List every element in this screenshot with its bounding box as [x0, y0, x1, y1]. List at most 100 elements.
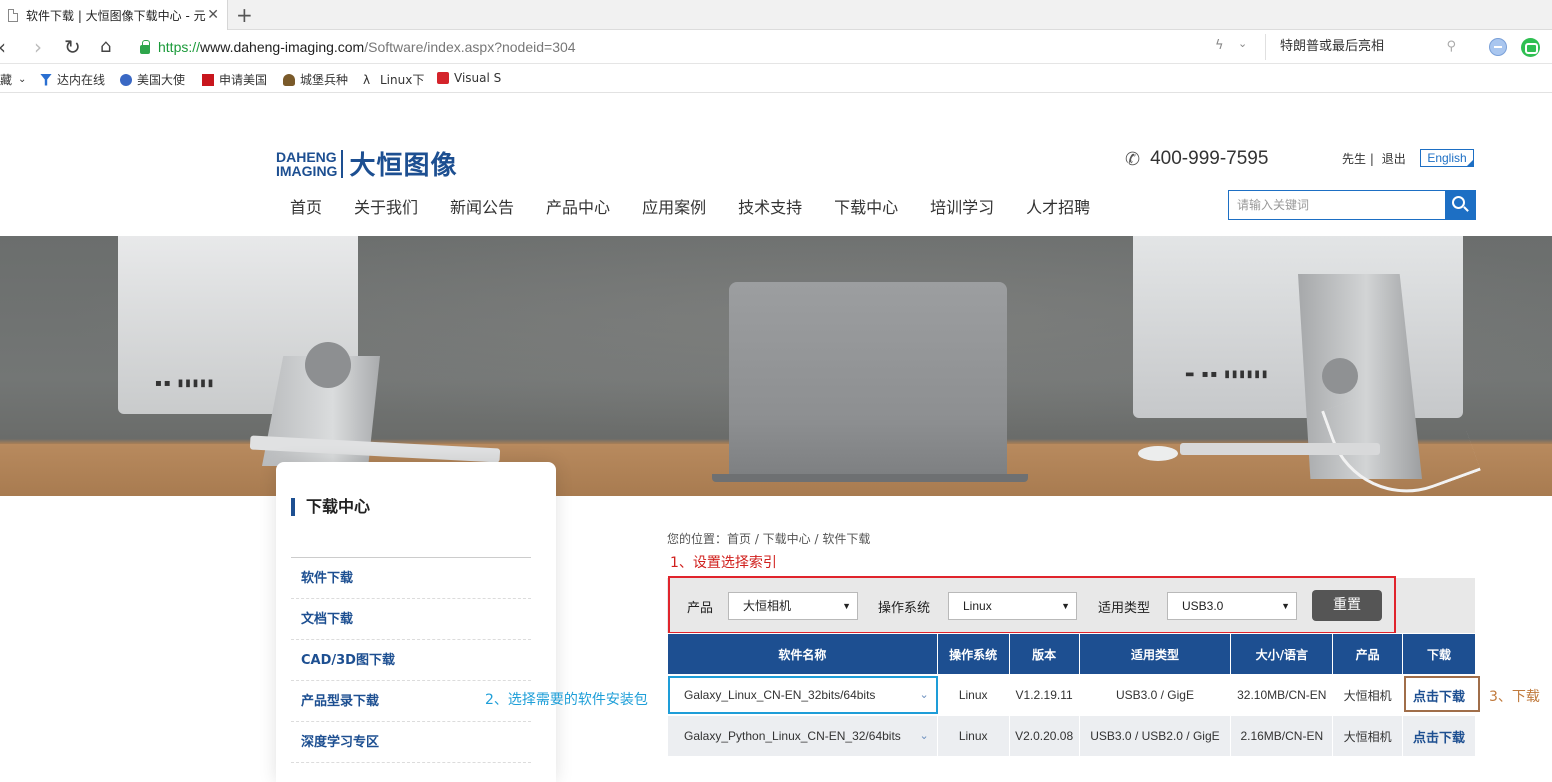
- cell-download: 点击下载: [1402, 674, 1476, 716]
- banner-laptop-base: [712, 474, 1028, 482]
- download-link[interactable]: 点击下载: [1413, 731, 1465, 746]
- nav-products[interactable]: 产品中心: [546, 194, 610, 218]
- nav-cases[interactable]: 应用案例: [642, 194, 706, 218]
- bookmark-item[interactable]: λ Linux下: [363, 71, 424, 88]
- bookmark-label: 申请美国: [219, 73, 268, 87]
- nav-home[interactable]: 首页: [290, 194, 322, 218]
- table-row: Galaxy_Python_Linux_CN-EN_32/64bits ⌄ Lin…: [667, 715, 1476, 757]
- cell-download: 点击下载: [1402, 715, 1476, 757]
- browser-search-box[interactable]: 特朗普或最后亮相 ⚲: [1265, 34, 1470, 60]
- annotation-step2: 2、选择需要的软件安装包: [485, 692, 648, 708]
- bookmark-item[interactable]: 藏 ⌄: [0, 71, 26, 88]
- chevron-down-icon: ⌄: [919, 730, 929, 742]
- new-tab-icon[interactable]: +: [236, 3, 253, 27]
- sidebar-item-software[interactable]: 软件下载: [291, 558, 531, 599]
- main-navigation: 首页 关于我们 新闻公告 产品中心 应用案例 技术支持 下载中心 培训学习 人才…: [290, 194, 1122, 218]
- table-row: Galaxy_Linux_CN-EN_32bits/64bits ⌄ Linux …: [667, 674, 1476, 716]
- search-icon[interactable]: ⚲: [1446, 34, 1456, 60]
- chevron-down-icon: ⌄: [919, 689, 929, 701]
- logo-line1: DAHENG: [276, 148, 337, 165]
- phone-icon: ✆: [1125, 148, 1141, 169]
- breadcrumb: 您的位置：首页 / 下载中心 / 软件下载: [667, 532, 871, 546]
- col-header-version: 版本: [1008, 633, 1080, 675]
- address-bar[interactable]: https://www.daheng-imaging.com/Software/…: [140, 35, 1260, 59]
- bookmark-label: Visual S: [454, 71, 502, 85]
- cell-version: V1.2.19.11: [1008, 674, 1080, 716]
- reload-icon[interactable]: ↻: [64, 36, 81, 58]
- search-input[interactable]: [1229, 191, 1445, 219]
- bookmarks-bar: 藏 ⌄ 达内在线 美国大使 申请美国 城堡兵种 λ Linux下 Visual S: [0, 64, 1552, 93]
- banner-imac-left-hole: [305, 342, 351, 388]
- nav-news[interactable]: 新闻公告: [450, 194, 514, 218]
- col-header-type: 适用类型: [1078, 633, 1232, 675]
- cell-size: 32.10MB/CN-EN: [1230, 674, 1334, 716]
- url-path: /Software/index.aspx?nodeid=304: [364, 39, 576, 55]
- logo-line2: IMAGING: [276, 162, 338, 179]
- nav-training[interactable]: 培训学习: [930, 194, 994, 218]
- nav-support[interactable]: 技术支持: [738, 194, 802, 218]
- logo-text-en: DAHENG IMAGING: [276, 150, 337, 178]
- sidebar-item-deep-learning[interactable]: 深度学习专区: [291, 722, 531, 763]
- browser-toolbar: ‹ › ↻ ⌂ https://www.daheng-imaging.com/S…: [0, 30, 1552, 64]
- cell-product: 大恒相机: [1332, 674, 1404, 716]
- lock-icon: [140, 39, 150, 54]
- bookmark-item[interactable]: 美国大使: [120, 71, 185, 88]
- nav-about[interactable]: 关于我们: [354, 194, 418, 218]
- extension-icon[interactable]: [1489, 38, 1507, 56]
- cell-type: USB3.0 / GigE: [1078, 674, 1232, 716]
- cell-os: Linux: [936, 674, 1010, 716]
- url-host: www.daheng-imaging.com: [200, 39, 365, 55]
- bookmark-favicon: [283, 73, 295, 86]
- forward-icon[interactable]: ›: [34, 36, 42, 58]
- cell-version: V2.0.20.08: [1008, 715, 1080, 757]
- annotation-box-filters: [668, 576, 1396, 634]
- chat-extension-icon[interactable]: [1521, 38, 1540, 57]
- annotation-step3: 3、下载: [1489, 689, 1540, 705]
- banner-laptop: [729, 282, 1007, 478]
- url-protocol: https://: [158, 39, 201, 55]
- chevron-down-icon: ⌄: [18, 74, 27, 85]
- sidebar-item-cad[interactable]: CAD/3D图下载: [291, 640, 531, 681]
- browser-tab[interactable]: 软件下载 | 大恒图像下载中心 - 元 ✕: [0, 0, 228, 30]
- logo-divider: [341, 149, 344, 178]
- user-links: 先生 | 退出: [1342, 150, 1410, 167]
- bookmark-item[interactable]: 申请美国: [202, 71, 267, 88]
- col-header-os: 操作系统: [936, 633, 1010, 675]
- lightning-icon[interactable]: ϟ: [1215, 38, 1224, 53]
- tab-title: 软件下载 | 大恒图像下载中心 - 元: [26, 8, 206, 23]
- logo-text-cn: 大恒图像: [349, 151, 458, 181]
- banner-imac-right-ports: ▬ ▪▪ ▮▮▮▮▮▮: [1185, 369, 1270, 380]
- user-name-link[interactable]: 先生 |: [1342, 152, 1374, 166]
- banner-keyboard-right: [1180, 443, 1380, 455]
- home-icon[interactable]: ⌂: [100, 36, 111, 58]
- nav-careers[interactable]: 人才招聘: [1026, 194, 1090, 218]
- logout-link[interactable]: 退出: [1382, 152, 1406, 166]
- browser-search-text: 特朗普或最后亮相: [1280, 39, 1385, 54]
- nav-download[interactable]: 下载中心: [834, 194, 898, 218]
- chevron-down-icon[interactable]: ⌄: [1238, 37, 1247, 50]
- back-icon[interactable]: ‹: [0, 36, 6, 58]
- bookmark-favicon: λ: [363, 72, 371, 87]
- software-name-select[interactable]: Galaxy_Python_Linux_CN-EN_32/64bits ⌄: [667, 715, 938, 757]
- close-icon[interactable]: ✕: [207, 7, 219, 23]
- bookmark-favicon: [40, 73, 52, 86]
- software-table: 软件名称 操作系统 版本 适用类型 大小/语言 产品 下载 Galaxy_Lin…: [667, 633, 1476, 757]
- sidebar-item-documents[interactable]: 文档下载: [291, 599, 531, 640]
- language-switch-english[interactable]: English: [1420, 149, 1474, 167]
- sidebar: 下载中心 软件下载 文档下载 CAD/3D图下载 产品型录下载 深度学习专区: [276, 462, 556, 782]
- site-search: [1228, 190, 1476, 220]
- software-name: Galaxy_Linux_CN-EN_32bits/64bits: [684, 688, 876, 702]
- site-logo[interactable]: DAHENG IMAGING 大恒图像: [276, 145, 457, 182]
- software-name-select[interactable]: Galaxy_Linux_CN-EN_32bits/64bits ⌄: [667, 674, 938, 716]
- col-header-size: 大小/语言: [1230, 633, 1334, 675]
- bookmark-label: 城堡兵种: [300, 73, 349, 87]
- banner-mouse: [1138, 446, 1178, 461]
- search-icon-handle: [1463, 206, 1469, 212]
- bookmark-item[interactable]: Visual S: [437, 71, 501, 85]
- cell-size: 2.16MB/CN-EN: [1230, 715, 1334, 757]
- download-link[interactable]: 点击下载: [1413, 690, 1465, 705]
- bookmark-item[interactable]: 城堡兵种: [283, 71, 348, 88]
- banner-imac-right-hole: [1322, 358, 1358, 394]
- bookmark-item[interactable]: 达内在线: [40, 71, 105, 88]
- search-button[interactable]: [1445, 191, 1475, 219]
